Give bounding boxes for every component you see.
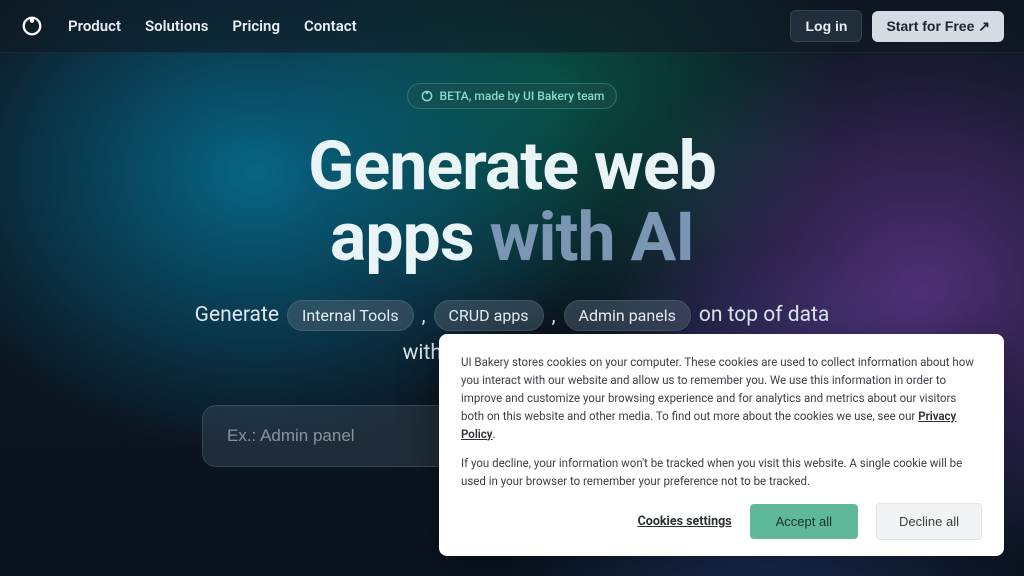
- nav-right: Log in Start for Free ↗: [790, 10, 1004, 42]
- cookie-text-2: If you decline, your information won't b…: [461, 455, 982, 491]
- sub-suffix: on top of data: [699, 303, 829, 327]
- decline-all-button[interactable]: Decline all: [876, 503, 982, 540]
- nav-product[interactable]: Product: [68, 17, 121, 35]
- sub-prefix: Generate: [195, 303, 279, 327]
- beta-badge-text: BETA, made by UI Bakery team: [440, 89, 605, 103]
- navbar: Product Solutions Pricing Contact Log in…: [0, 0, 1024, 53]
- headline-with-ai: with AI: [474, 197, 694, 277]
- cookie-modal: UI Bakery stores cookies on your compute…: [439, 334, 1004, 556]
- chip-internal-tools[interactable]: Internal Tools: [287, 300, 414, 331]
- subline: Generate Internal Tools , CRUD apps , Ad…: [195, 300, 830, 331]
- headline-apps: apps: [330, 197, 474, 277]
- nav-left: Product Solutions Pricing Contact: [20, 14, 357, 38]
- chip-crud-apps[interactable]: CRUD apps: [434, 300, 544, 331]
- comma: ,: [422, 303, 426, 327]
- nav-contact[interactable]: Contact: [304, 17, 357, 35]
- headline: Generate web apps with AI: [308, 131, 716, 274]
- cookies-settings-link[interactable]: Cookies settings: [638, 514, 732, 529]
- nav-pricing[interactable]: Pricing: [232, 17, 280, 35]
- chip-admin-panels[interactable]: Admin panels: [564, 300, 691, 331]
- badge-logo-icon: [420, 89, 434, 103]
- comma: ,: [552, 303, 556, 327]
- nav-solutions[interactable]: Solutions: [145, 17, 208, 35]
- beta-badge: BETA, made by UI Bakery team: [407, 83, 618, 109]
- headline-line1: Generate web: [308, 131, 716, 202]
- brand-logo-icon[interactable]: [20, 14, 44, 38]
- cookie-p1a: UI Bakery stores cookies on your compute…: [461, 355, 974, 422]
- cookie-actions: Cookies settings Accept all Decline all: [461, 503, 982, 540]
- cookie-text-1: UI Bakery stores cookies on your compute…: [461, 354, 982, 443]
- accept-all-button[interactable]: Accept all: [750, 504, 858, 539]
- cookie-p1b: .: [493, 427, 496, 441]
- login-button[interactable]: Log in: [790, 10, 862, 42]
- start-free-button[interactable]: Start for Free ↗: [872, 11, 1004, 42]
